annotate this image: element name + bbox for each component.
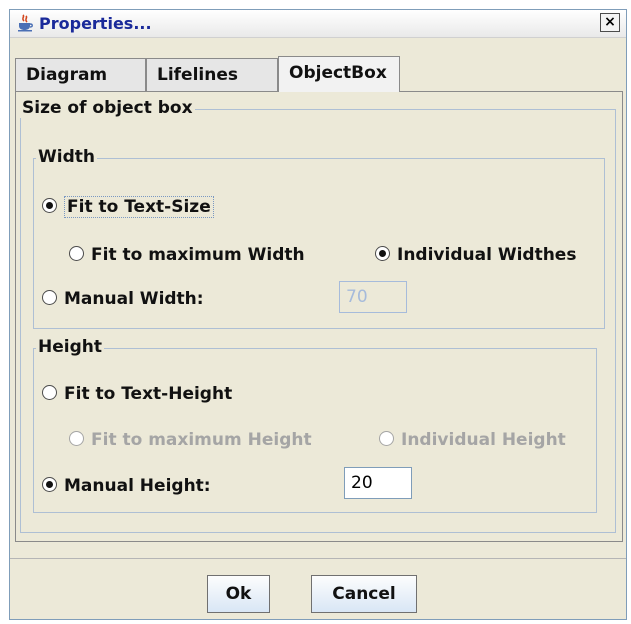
individual-height-radio[interactable]: Individual Height bbox=[379, 430, 566, 450]
radio-unselected-icon bbox=[42, 385, 57, 400]
objectbox-tab-panel: Size of object box Width Fit to Text-Siz… bbox=[15, 91, 623, 542]
individual-widthes-label: Individual Widthes bbox=[397, 245, 577, 265]
fit-to-text-size-label: Fit to Text-Size bbox=[64, 196, 214, 218]
tab-objectbox[interactable]: ObjectBox bbox=[278, 56, 400, 92]
individual-height-label: Individual Height bbox=[401, 430, 566, 450]
ok-button[interactable]: Ok bbox=[207, 575, 270, 613]
fit-to-maximum-width-radio[interactable]: Fit to maximum Width bbox=[69, 245, 305, 265]
fit-to-text-size-radio[interactable]: Fit to Text-Size bbox=[42, 196, 214, 218]
fit-to-maximum-width-label: Fit to maximum Width bbox=[91, 245, 305, 265]
manual-height-input[interactable]: 20 bbox=[344, 467, 412, 499]
fit-to-maximum-height-label: Fit to maximum Height bbox=[91, 430, 312, 450]
size-of-object-box-group: Size of object box Width Fit to Text-Siz… bbox=[20, 98, 616, 533]
radio-unselected-icon bbox=[379, 431, 394, 446]
height-group: Height Fit to Text-Height Fit to maximum… bbox=[33, 337, 597, 513]
manual-width-input[interactable]: 70 bbox=[339, 281, 407, 313]
button-separator bbox=[10, 558, 626, 559]
individual-widthes-radio[interactable]: Individual Widthes bbox=[375, 245, 576, 265]
width-group-title: Width bbox=[36, 147, 97, 167]
manual-height-radio[interactable]: Manual Height: bbox=[42, 476, 211, 496]
manual-height-label: Manual Height: bbox=[64, 476, 211, 496]
tab-lifelines[interactable]: Lifelines bbox=[146, 58, 278, 92]
manual-width-label: Manual Width: bbox=[64, 289, 204, 309]
height-group-title: Height bbox=[36, 337, 104, 357]
close-button[interactable]: × bbox=[600, 13, 620, 32]
fit-to-text-height-label: Fit to Text-Height bbox=[64, 384, 233, 404]
radio-unselected-icon bbox=[42, 290, 57, 305]
fit-to-text-height-radio[interactable]: Fit to Text-Height bbox=[42, 384, 232, 404]
width-group: Width Fit to Text-Size Fit to maximum Wi… bbox=[33, 147, 605, 329]
properties-dialog: Properties... × Diagram Lifelines Object… bbox=[9, 9, 627, 620]
fit-to-maximum-height-radio[interactable]: Fit to maximum Height bbox=[69, 430, 312, 450]
radio-selected-icon bbox=[42, 477, 57, 492]
radio-unselected-icon bbox=[69, 431, 84, 446]
window-title: Properties... bbox=[39, 14, 152, 33]
radio-selected-icon bbox=[42, 198, 57, 213]
manual-width-radio[interactable]: Manual Width: bbox=[42, 289, 204, 309]
java-coffee-icon bbox=[18, 14, 33, 32]
tab-diagram[interactable]: Diagram bbox=[15, 58, 146, 92]
radio-selected-icon bbox=[375, 246, 390, 261]
cancel-button[interactable]: Cancel bbox=[311, 575, 417, 613]
size-of-object-box-title: Size of object box bbox=[20, 98, 195, 118]
title-bar[interactable]: Properties... × bbox=[10, 10, 626, 38]
radio-unselected-icon bbox=[69, 246, 84, 261]
